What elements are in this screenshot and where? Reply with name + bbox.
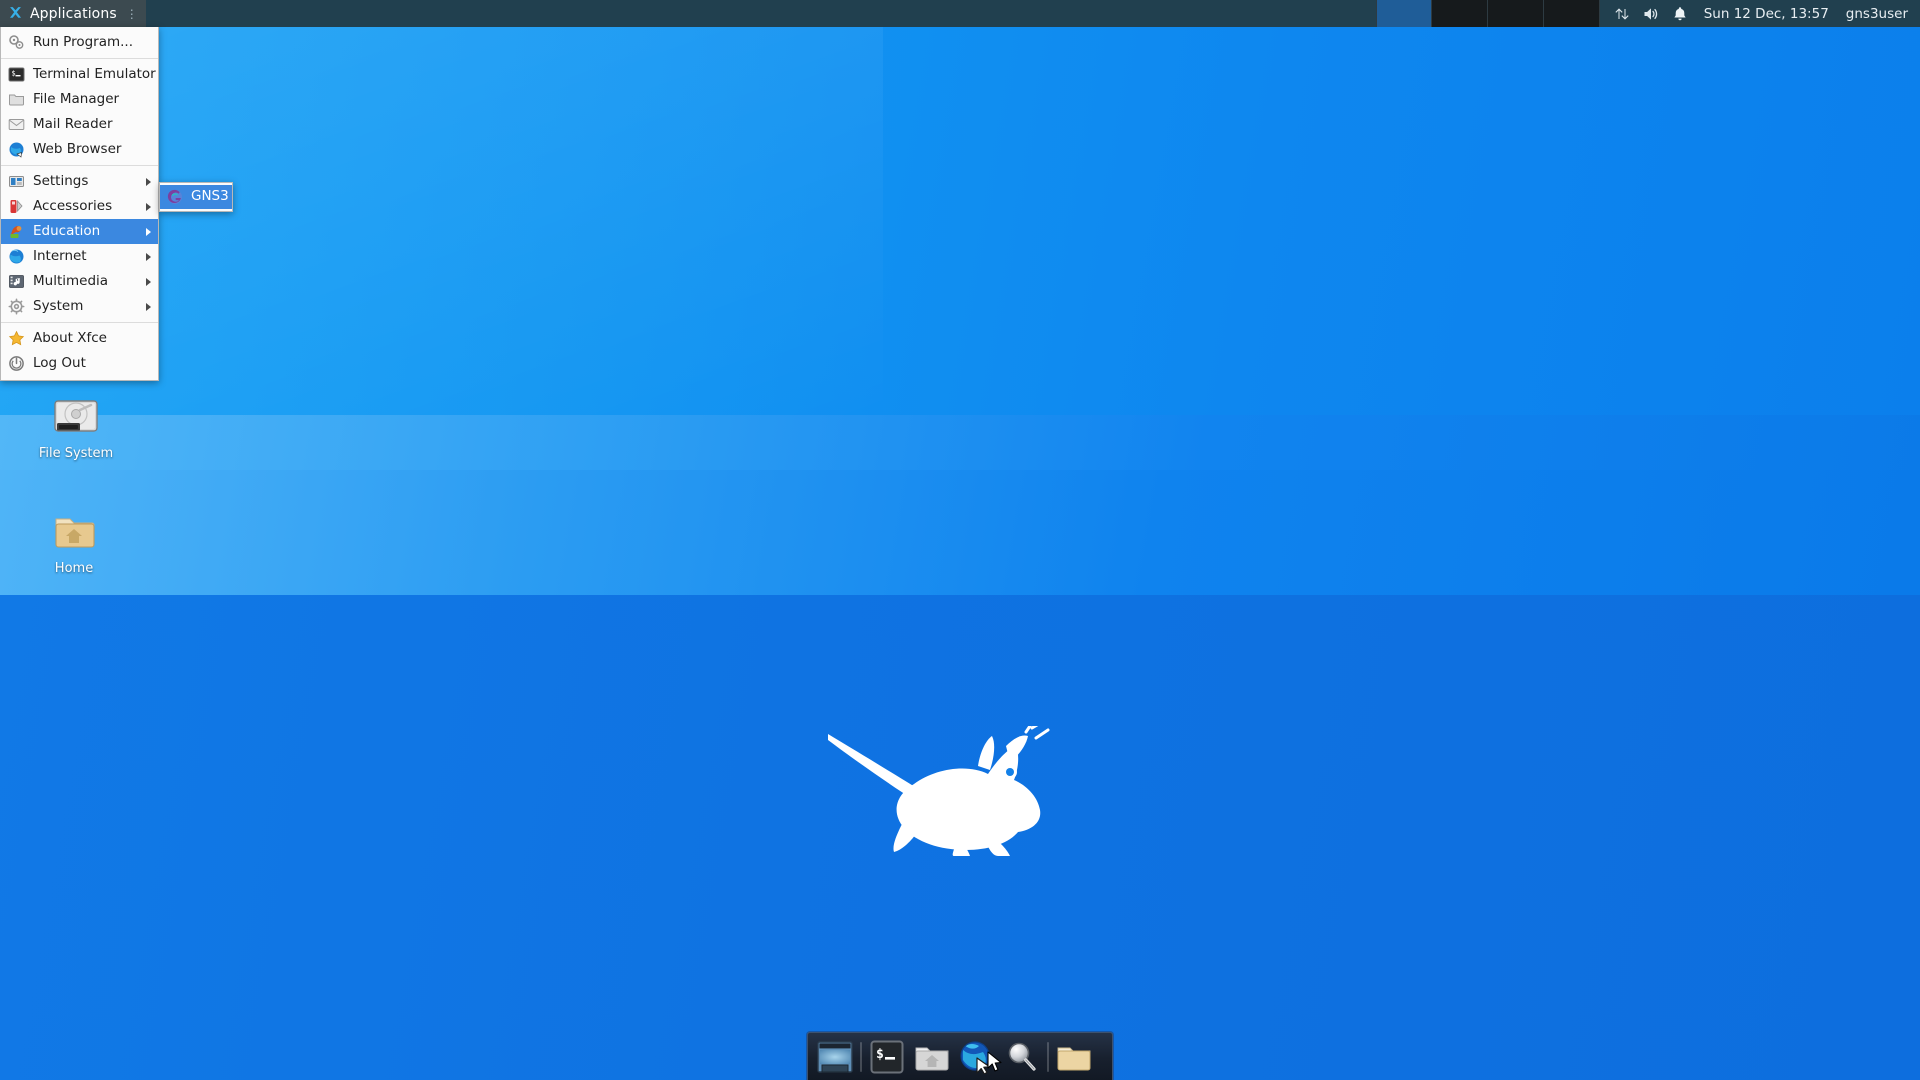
- panel-spacer: [146, 0, 1376, 27]
- menu-item-log-out[interactable]: Log Out: [1, 351, 158, 376]
- workspace-3[interactable]: [1487, 0, 1544, 27]
- clock[interactable]: Sun 12 Dec, 13:57: [1700, 6, 1833, 22]
- system-tray: Sun 12 Dec, 13:57 gns3user: [1600, 0, 1920, 27]
- chevron-right-icon: [146, 202, 151, 211]
- star-icon: [8, 330, 25, 347]
- folder-icon: [8, 91, 25, 108]
- globe-cursor-icon: [960, 1040, 991, 1074]
- chevron-right-icon: [146, 177, 151, 186]
- terminal-icon: $: [8, 66, 25, 83]
- menu-item-label: Accessories: [33, 197, 113, 214]
- desktop-background[interactable]: File System Home: [0, 0, 1920, 1080]
- desktop-icon-file-system[interactable]: File System: [28, 390, 124, 461]
- menu-item-label: Settings: [33, 172, 89, 189]
- chevron-right-icon: [146, 252, 151, 261]
- bottom-dock-panel: $: [807, 1032, 1113, 1080]
- accessories-icon: [8, 198, 25, 215]
- menu-item-system[interactable]: System: [1, 294, 158, 319]
- menu-item-mail-reader[interactable]: Mail Reader: [1, 112, 158, 137]
- menu-item-label: System: [33, 297, 84, 314]
- menu-item-label: Run Program...: [33, 33, 134, 50]
- education-icon: [8, 223, 25, 240]
- workspace-4[interactable]: [1543, 0, 1600, 27]
- bell-icon[interactable]: [1673, 6, 1687, 22]
- dock-folder-button[interactable]: [1054, 1037, 1094, 1077]
- menu-item-label: Mail Reader: [33, 115, 113, 132]
- applications-menu-button[interactable]: Applications ⋮: [0, 0, 146, 27]
- menu-item-label: Terminal Emulator: [33, 65, 156, 82]
- globe-icon: [8, 248, 25, 265]
- menu-item-internet[interactable]: Internet: [1, 244, 158, 269]
- applications-menu-label: Applications: [30, 5, 117, 22]
- menu-item-label: Education: [33, 222, 101, 239]
- menu-item-multimedia[interactable]: Multimedia: [1, 269, 158, 294]
- submenu-item-gns3[interactable]: GNS3: [160, 185, 232, 209]
- submenu-item-label: GNS3: [191, 188, 229, 205]
- network-updown-icon[interactable]: [1614, 6, 1630, 22]
- menu-item-label: About Xfce: [33, 329, 107, 346]
- applications-menu: Run Program... $ Terminal Emulator File …: [0, 27, 159, 381]
- envelope-icon: [8, 116, 25, 133]
- menu-item-label: File Manager: [33, 90, 120, 107]
- desktop-icon-label: Home: [54, 561, 94, 576]
- menu-item-run-program[interactable]: Run Program...: [1, 30, 158, 55]
- show-desktop-icon: [817, 1040, 853, 1073]
- menu-separator: [1, 322, 158, 323]
- home-folder-icon: [55, 518, 95, 548]
- chevron-right-icon: [146, 277, 151, 286]
- gears-icon: [8, 34, 25, 51]
- home-folder-icon: [915, 1047, 949, 1070]
- workspace-1[interactable]: [1375, 0, 1432, 27]
- desktop-icon-label: File System: [38, 446, 114, 461]
- education-submenu: GNS3: [159, 182, 233, 212]
- menu-item-label: Web Browser: [33, 140, 122, 157]
- desktop-icon-home[interactable]: Home: [26, 505, 122, 576]
- power-icon: [8, 355, 25, 372]
- dock-separator-2: [1047, 1041, 1049, 1072]
- menu-item-label: Log Out: [33, 354, 86, 371]
- menu-separator: [1, 165, 158, 166]
- multimedia-icon: [8, 273, 25, 290]
- menu-item-web-browser[interactable]: Web Browser: [1, 137, 158, 162]
- terminal-icon: $: [870, 1040, 904, 1073]
- grip-icon[interactable]: ⋮: [126, 7, 138, 21]
- chevron-right-icon: [146, 302, 151, 311]
- chevron-right-icon: [146, 227, 151, 236]
- dock-show-desktop-button[interactable]: [815, 1037, 855, 1077]
- xfce-x-icon: [8, 5, 23, 23]
- menu-item-label: Multimedia: [33, 272, 109, 289]
- workspace-switcher[interactable]: [1375, 0, 1600, 27]
- xfce-mouse-logo: [828, 726, 1050, 856]
- menu-item-settings[interactable]: Settings: [1, 169, 158, 194]
- harddisk-icon: [54, 400, 98, 432]
- magnifier-icon: [1008, 1042, 1036, 1071]
- menu-item-about-xfce[interactable]: About Xfce: [1, 326, 158, 351]
- menu-item-terminal-emulator[interactable]: $ Terminal Emulator: [1, 62, 158, 87]
- username-indicator[interactable]: gns3user: [1846, 6, 1910, 22]
- globe-icon: [8, 141, 25, 158]
- svg-text:$: $: [11, 70, 15, 78]
- wallpaper-band-mid2: [0, 470, 1920, 595]
- menu-separator: [1, 58, 158, 59]
- dock-web-browser-button[interactable]: [957, 1037, 997, 1077]
- folder-icon: [1057, 1047, 1091, 1070]
- dock-find-files-button[interactable]: [1002, 1037, 1042, 1077]
- gear-icon: [8, 298, 25, 315]
- dock-separator-1: [860, 1041, 862, 1072]
- settings-icon: [8, 173, 25, 190]
- dock-file-manager-button[interactable]: [912, 1037, 952, 1077]
- volume-icon[interactable]: [1643, 6, 1660, 22]
- svg-text:$: $: [876, 1047, 884, 1062]
- workspace-2[interactable]: [1431, 0, 1488, 27]
- menu-item-label: Internet: [33, 247, 87, 264]
- top-panel: Applications ⋮ Sun 12 Dec, 13:57 gns3use…: [0, 0, 1920, 27]
- menu-item-file-manager[interactable]: File Manager: [1, 87, 158, 112]
- menu-item-accessories[interactable]: Accessories: [1, 194, 158, 219]
- dock-terminal-button[interactable]: $: [867, 1037, 907, 1077]
- gns3-icon: [166, 189, 183, 206]
- menu-item-education[interactable]: Education: [1, 219, 158, 244]
